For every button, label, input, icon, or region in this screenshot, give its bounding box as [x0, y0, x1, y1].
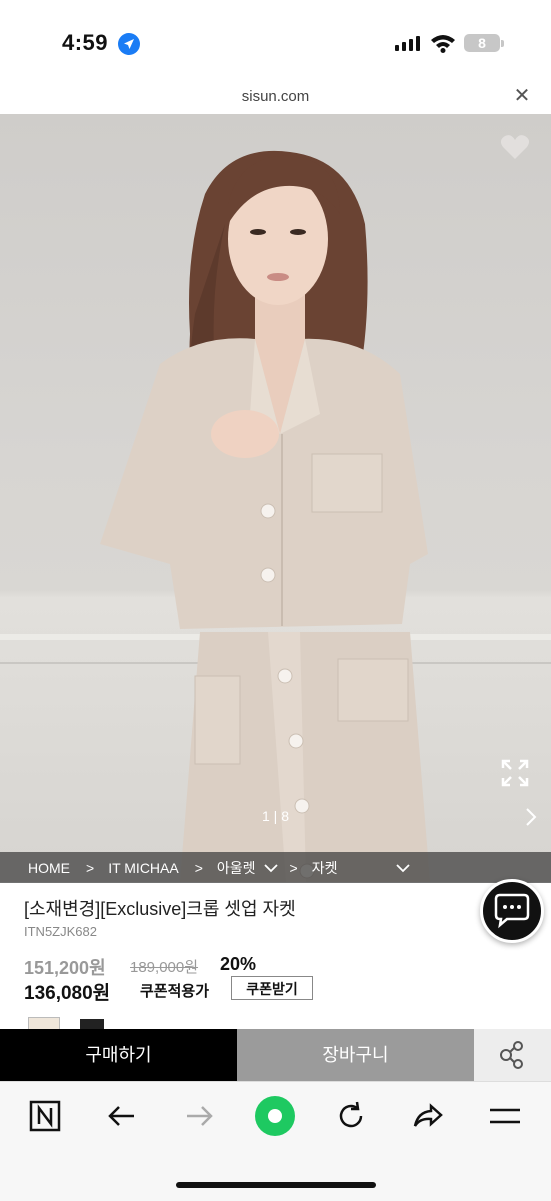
cart-button[interactable]: 장바구니 — [237, 1029, 474, 1081]
coupon-price: 136,080원 — [24, 983, 111, 1004]
reload-icon[interactable] — [333, 1098, 369, 1134]
product-title: [소재변경][Exclusive]크롭 셋업 자켓 — [24, 899, 296, 919]
breadcrumb-category[interactable]: 아울렛 — [217, 858, 256, 878]
expand-icon[interactable] — [500, 758, 530, 788]
status-time: 4:59 — [62, 30, 109, 55]
share-button[interactable] — [474, 1029, 551, 1081]
buy-button[interactable]: 구매하기 — [0, 1029, 237, 1081]
battery-nub — [501, 40, 504, 47]
share-arrow-icon[interactable] — [410, 1098, 446, 1134]
get-coupon-button[interactable]: 쿠폰받기 — [231, 976, 313, 1000]
model-illustration — [0, 150, 551, 882]
breadcrumb: HOME > IT MICHAA > 아울렛 > 자켓 — [0, 852, 551, 883]
list-price: 189,000원 — [130, 959, 199, 976]
breadcrumb-separator: > — [86, 859, 95, 876]
breadcrumb-brand[interactable]: IT MICHAA — [108, 860, 179, 876]
cellular-signal-icon — [395, 36, 420, 51]
back-arrow-icon[interactable] — [104, 1098, 140, 1134]
product-code: ITN5ZJK682 — [24, 924, 97, 939]
naver-home-icon[interactable] — [27, 1098, 63, 1134]
breadcrumb-separator: > — [194, 859, 203, 876]
share-nodes-icon — [500, 1041, 523, 1069]
heart-icon[interactable] — [500, 134, 530, 160]
chevron-down-icon[interactable] — [263, 863, 278, 873]
close-icon[interactable]: ✕ — [512, 86, 532, 106]
wifi-icon — [431, 35, 455, 53]
url-bar[interactable]: sisun.com — [0, 88, 551, 105]
breadcrumb-home[interactable]: HOME — [28, 860, 70, 876]
green-dot-icon[interactable] — [254, 1095, 296, 1137]
breadcrumb-subcategory[interactable]: 자켓 — [312, 858, 338, 878]
image-counter: 1 | 8 — [262, 808, 289, 824]
price: 151,200원 — [24, 958, 106, 978]
home-indicator — [176, 1182, 376, 1188]
battery-level: 8 — [464, 34, 500, 52]
breadcrumb-separator: > — [289, 859, 298, 876]
discount-rate: 20% — [220, 954, 257, 974]
product-image[interactable] — [0, 114, 551, 882]
chevron-down-icon[interactable] — [395, 863, 410, 873]
chat-button[interactable] — [480, 879, 544, 943]
menu-icon[interactable] — [487, 1098, 523, 1134]
location-arrow-icon — [118, 33, 140, 55]
chat-bubble-icon — [494, 893, 530, 929]
forward-arrow-icon[interactable] — [181, 1098, 217, 1134]
coupon-price-label: 쿠폰적용가 — [140, 983, 210, 1000]
